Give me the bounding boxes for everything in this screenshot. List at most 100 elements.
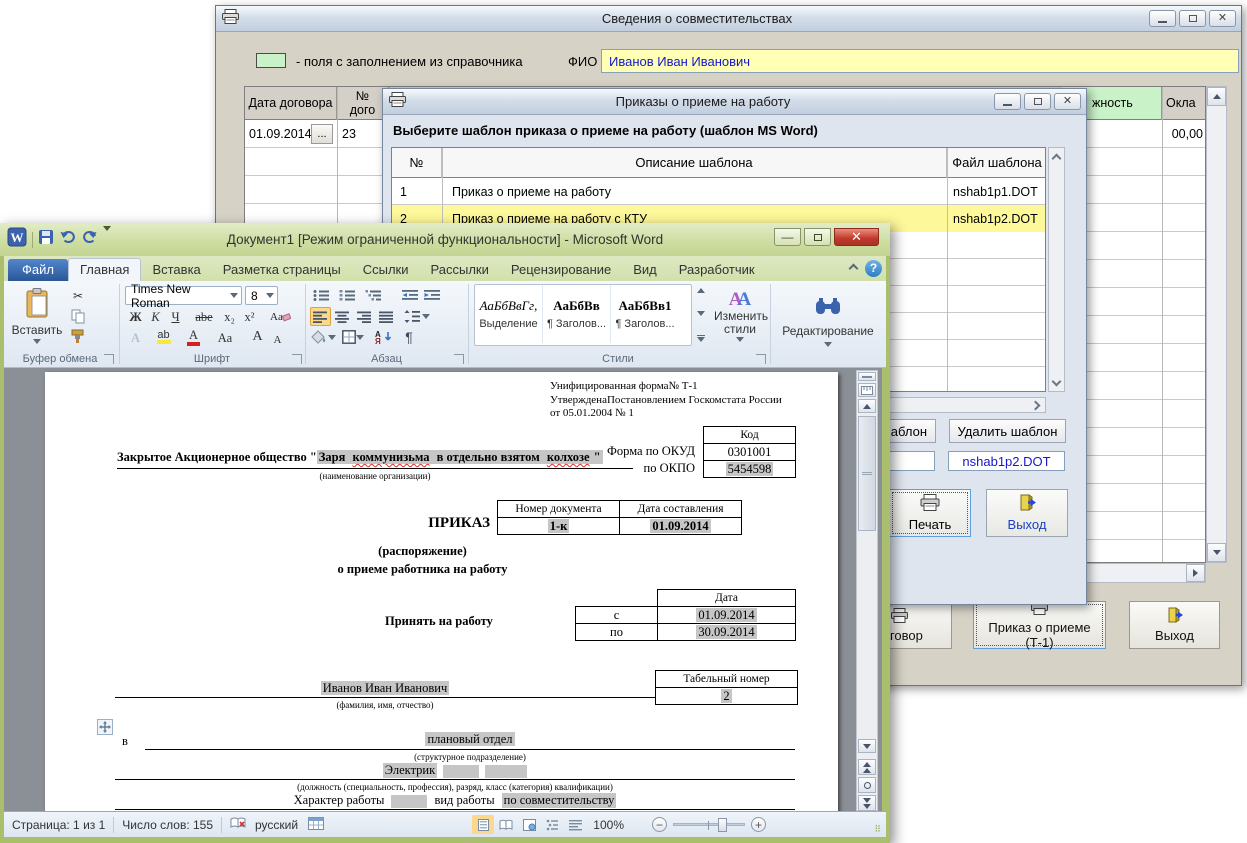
editing-button[interactable]: Редактирование [776,285,880,359]
zoom-level[interactable]: 100% [593,818,624,832]
undo-icon[interactable] [59,229,77,250]
dialog-titlebar[interactable]: Приказы о приеме на работу ✕ [383,89,1086,115]
style-card[interactable]: АаБбВв ¶ Заголов... [543,285,611,343]
highlight-color-button[interactable]: ab [154,327,173,346]
clipboard-dialog-launcher-icon[interactable] [104,354,114,364]
zoom-track[interactable] [673,823,745,826]
shading-icon[interactable] [310,328,336,346]
scroll-up-icon[interactable] [1049,148,1064,164]
strikethrough-button[interactable]: abe [190,308,218,327]
col-header-no[interactable]: № [392,148,442,178]
subscript-button[interactable]: x₂ [220,308,239,327]
scroll-down-icon[interactable] [1049,375,1064,391]
spellcheck-icon[interactable] [230,816,247,833]
collapse-ribbon-icon[interactable] [850,259,857,277]
col-header-salary[interactable]: Окла [1162,87,1206,120]
tab-developer[interactable]: Разработчик [668,259,766,281]
shrink-font-button[interactable]: А [268,330,287,349]
sort-icon[interactable]: АЯ [372,328,396,346]
split-handle[interactable] [858,372,876,381]
ruler-toggle-icon[interactable] [858,383,876,397]
word-count[interactable]: Число слов: 155 [122,818,213,832]
qat-dropdown-icon[interactable] [103,231,111,249]
paste-button[interactable]: Вставить [12,285,62,347]
word-vertical-scrollbar[interactable] [856,370,878,811]
template-file-field[interactable]: nshab1p2.DOT [948,451,1065,471]
bullets-icon[interactable] [311,287,333,304]
align-right-icon[interactable] [354,307,375,326]
italic-button[interactable]: К [146,308,165,327]
dialog-vertical-scrollbar[interactable] [1048,147,1065,392]
styles-dialog-launcher-icon[interactable] [756,354,766,364]
zoom-thumb[interactable] [718,818,727,832]
tab-mailings[interactable]: Рассылки [420,259,500,281]
cell-salary[interactable]: 00,00 [1150,120,1203,148]
cell-contract-date[interactable]: 01.09.2014 [249,120,311,148]
change-case-button[interactable]: Аа [212,329,238,348]
macro-record-icon[interactable] [308,817,324,833]
styles-scroll-down-icon[interactable] [697,311,705,316]
align-center-icon[interactable] [332,307,353,326]
styles-more-icon[interactable] [697,335,705,343]
dialog-exit-button[interactable]: Выход [986,489,1068,537]
close-button[interactable]: ✕ [1054,93,1081,110]
style-card[interactable]: АаБбВвГг, Выделение [475,285,543,343]
tab-insert[interactable]: Вставка [141,259,211,281]
tab-home[interactable]: Главная [68,258,141,281]
outline-view-icon[interactable] [541,815,563,834]
scroll-down-icon[interactable] [858,739,876,753]
word-titlebar[interactable]: W Документ1 [Режим ограниченной функцион… [0,223,890,256]
print-button[interactable]: Печать [889,489,971,537]
font-size-combo[interactable]: 8 [245,286,278,305]
main-exit-button[interactable]: Выход [1129,601,1220,649]
minimize-button[interactable] [994,93,1021,110]
close-button[interactable]: ✕ [1209,10,1236,27]
table-move-handle-icon[interactable] [97,719,113,735]
document-page[interactable]: Унифицированная форма№ Т-1 УтвержденаПос… [45,372,838,811]
fullscreen-reading-view-icon[interactable] [495,815,517,834]
page-indicator[interactable]: Страница: 1 из 1 [12,818,105,832]
delete-template-button[interactable]: Удалить шаблон [949,419,1066,443]
scroll-thumb[interactable] [858,416,876,531]
maximize-button[interactable] [804,228,831,246]
next-page-icon[interactable] [858,795,876,811]
close-button[interactable]: ✕ [834,228,879,246]
tab-view[interactable]: Вид [622,259,668,281]
text-effects-button[interactable]: А [126,329,145,348]
col-header-description[interactable]: Описание шаблона [442,148,947,178]
zoom-out-icon[interactable]: − [652,817,667,832]
zoom-in-icon[interactable]: + [751,817,766,832]
save-icon[interactable] [38,229,54,250]
font-color-button[interactable]: А [184,327,203,346]
line-spacing-icon[interactable] [404,307,430,326]
paragraph-dialog-launcher-icon[interactable] [454,354,464,364]
change-styles-button[interactable]: AA Изменить стили [712,285,768,347]
pilcrow-icon[interactable]: ¶ [400,328,418,346]
tab-references[interactable]: Ссылки [352,259,420,281]
scroll-down-icon[interactable] [1207,543,1226,562]
bold-button[interactable]: Ж [126,308,145,327]
scroll-right-icon[interactable] [1027,398,1043,412]
previous-page-icon[interactable] [858,759,876,775]
web-layout-view-icon[interactable] [518,815,540,834]
clear-formatting-icon[interactable]: Aa [268,306,292,326]
align-left-icon[interactable] [310,307,331,326]
resize-grip[interactable]: ⠿ [874,824,882,835]
grow-font-button[interactable]: А [248,327,267,346]
redo-icon[interactable] [82,229,98,250]
font-dialog-launcher-icon[interactable] [292,354,302,364]
maximize-button[interactable] [1179,10,1206,27]
scroll-up-icon[interactable] [1207,87,1226,106]
fio-input[interactable] [601,49,1239,73]
col-header-file[interactable]: Файл шаблона [947,148,1046,178]
multilevel-list-icon[interactable] [363,287,385,304]
tab-file[interactable]: Файл [8,259,68,281]
maximize-button[interactable] [1024,93,1051,110]
font-name-combo[interactable]: Times New Roman [125,286,242,305]
numbering-icon[interactable] [337,287,359,304]
minimize-button[interactable]: — [774,228,801,246]
superscript-button[interactable]: x² [240,308,259,327]
styles-scroll-up-icon[interactable] [697,288,705,293]
main-titlebar[interactable]: Сведения о совместительствах ✕ [216,6,1241,32]
underline-button[interactable]: Ч [166,308,185,327]
